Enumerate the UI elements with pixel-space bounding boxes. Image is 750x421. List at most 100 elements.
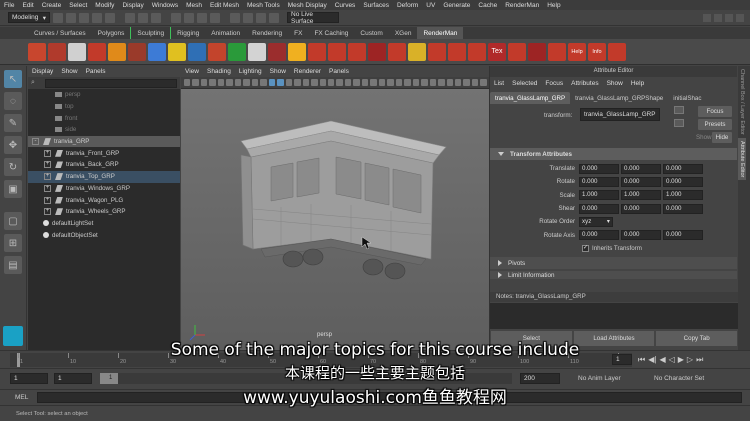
attr-value-field[interactable]: 0.000: [579, 203, 619, 214]
outliner-item[interactable]: + tranvia_Wagon_PLG: [28, 194, 180, 206]
viewport-tool-icon[interactable]: [302, 79, 310, 86]
history-icon[interactable]: [230, 12, 240, 23]
menu-cache[interactable]: Cache: [474, 2, 501, 9]
snap-grid-icon[interactable]: [171, 12, 181, 23]
viewport-tool-icon[interactable]: [311, 79, 318, 86]
menu-windows[interactable]: Windows: [148, 2, 182, 9]
viewport-tool-icon[interactable]: [226, 79, 233, 86]
outliner-item[interactable]: + tranvia_Top_GRP: [28, 170, 180, 183]
viewport-tool-icon[interactable]: [429, 79, 437, 86]
renderman-tool-icon[interactable]: [108, 42, 126, 61]
outliner-search-input[interactable]: [44, 78, 177, 88]
viewport-tool-icon[interactable]: [294, 79, 301, 86]
viewport-menu-lighting[interactable]: Lighting: [235, 68, 266, 75]
attr-value-field[interactable]: 0.000: [579, 176, 619, 187]
tab-custom[interactable]: Custom: [354, 27, 388, 39]
viewport-tool-icon[interactable]: [285, 79, 293, 86]
attr-menu-selected[interactable]: Selected: [508, 80, 541, 87]
expand-icon[interactable]: +: [44, 196, 51, 204]
focus-button[interactable]: Focus: [698, 106, 732, 117]
renderman-tool-icon[interactable]: [128, 42, 146, 61]
renderman-tool-icon[interactable]: [408, 42, 426, 61]
viewport-menu-panels[interactable]: Panels: [325, 68, 353, 75]
move-tool-icon[interactable]: ✥: [4, 136, 22, 154]
expand-icon[interactable]: +: [44, 161, 51, 169]
select-input-icon[interactable]: [674, 106, 684, 114]
renderman-tool-icon[interactable]: [448, 42, 466, 61]
viewport-tool-icon[interactable]: [421, 79, 428, 86]
snap-curve-icon[interactable]: [184, 12, 194, 23]
attr-value-field[interactable]: 0.000: [663, 176, 703, 187]
viewport-tool-icon[interactable]: [268, 79, 276, 86]
renderman-tool-icon[interactable]: [308, 42, 326, 61]
outliner-item[interactable]: + tranvia_Wheels_GRP: [28, 206, 180, 218]
viewport-tool-icon[interactable]: [353, 79, 360, 86]
render-icon[interactable]: [243, 12, 253, 23]
limit-information-section[interactable]: Limit Information: [490, 271, 737, 280]
attr-menu-list[interactable]: List: [490, 80, 508, 87]
paint-select-icon[interactable]: ✎: [4, 114, 22, 132]
viewport-tool-icon[interactable]: [395, 79, 403, 86]
redo-icon[interactable]: [105, 12, 115, 23]
menu-curves[interactable]: Curves: [331, 2, 360, 9]
outliner-item[interactable]: + tranvia_Back_GRP: [28, 159, 180, 171]
viewport-tool-icon[interactable]: [463, 79, 470, 86]
attr-value-field[interactable]: 0.000: [621, 163, 661, 174]
save-scene-icon[interactable]: [79, 12, 89, 23]
outliner-menu-panels[interactable]: Panels: [82, 68, 110, 75]
open-scene-icon[interactable]: [66, 12, 76, 23]
outliner-item[interactable]: defaultObjectSet: [28, 229, 180, 241]
outliner-item[interactable]: side: [28, 124, 180, 136]
renderman-tool-icon[interactable]: [28, 42, 46, 61]
viewport-tool-icon[interactable]: [412, 79, 420, 86]
renderman-tool-icon[interactable]: [188, 42, 206, 61]
outliner-item[interactable]: + tranvia_Windows_GRP: [28, 183, 180, 195]
renderman-tool-icon[interactable]: [248, 42, 266, 61]
menu-mesh-display[interactable]: Mesh Display: [284, 2, 331, 9]
menu-uv[interactable]: UV: [422, 2, 439, 9]
menu-surfaces[interactable]: Surfaces: [359, 2, 393, 9]
menu-generate[interactable]: Generate: [439, 2, 474, 9]
presets-button[interactable]: Presets: [698, 119, 732, 130]
menu-file[interactable]: File: [0, 2, 18, 9]
renderman-tool-icon[interactable]: [328, 42, 346, 61]
pivots-section[interactable]: Pivots: [490, 257, 737, 270]
tab-polygons[interactable]: Polygons: [92, 27, 131, 39]
renderman-tool-icon[interactable]: [208, 42, 226, 61]
select-hierarchy-icon[interactable]: [125, 12, 135, 23]
select-component-icon[interactable]: [151, 12, 161, 23]
renderman-tool-icon[interactable]: [48, 42, 66, 61]
menu-help[interactable]: Help: [543, 2, 564, 9]
outliner-menu-display[interactable]: Display: [28, 68, 57, 75]
channel-box-icon[interactable]: [736, 13, 744, 22]
notes-field[interactable]: [490, 303, 738, 329]
new-scene-icon[interactable]: [53, 12, 63, 23]
outliner-item[interactable]: top: [28, 101, 180, 113]
viewport-menu-view[interactable]: View: [181, 68, 203, 75]
outliner-item[interactable]: defaultLightSet: [28, 218, 180, 230]
attr-value-field[interactable]: 0.000: [621, 230, 661, 241]
viewport-tool-icon[interactable]: [217, 79, 225, 86]
renderman-tool-icon[interactable]: [608, 42, 626, 61]
viewport-tool-icon[interactable]: [387, 79, 394, 86]
rotate-tool-icon[interactable]: ↻: [4, 158, 22, 176]
outliner-item[interactable]: - tranvia_GRP: [28, 135, 180, 148]
layout-icon[interactable]: ▤: [4, 256, 22, 274]
tab-animation[interactable]: Animation: [205, 27, 246, 39]
menu-edit-mesh[interactable]: Edit Mesh: [206, 2, 243, 9]
select-object-icon[interactable]: [138, 12, 148, 23]
rotate-order-dropdown[interactable]: xyz ▾: [579, 216, 613, 227]
four-view-icon[interactable]: ⊞: [4, 234, 22, 252]
viewport-tool-icon[interactable]: [243, 79, 250, 86]
viewport-menu-show[interactable]: Show: [266, 68, 290, 75]
renderman-tool-icon[interactable]: [548, 42, 566, 61]
renderman-tool-icon[interactable]: [528, 42, 546, 61]
attr-menu-attributes[interactable]: Attributes: [567, 80, 602, 87]
viewport-tool-icon[interactable]: [404, 79, 411, 86]
snap-view-icon[interactable]: [210, 12, 220, 23]
outliner-menu-show[interactable]: Show: [57, 68, 81, 75]
viewport-tool-icon[interactable]: [361, 79, 369, 86]
viewport-tool-icon[interactable]: [344, 79, 352, 86]
attr-menu-focus[interactable]: Focus: [541, 80, 567, 87]
attr-value-field[interactable]: 0.000: [663, 203, 703, 214]
